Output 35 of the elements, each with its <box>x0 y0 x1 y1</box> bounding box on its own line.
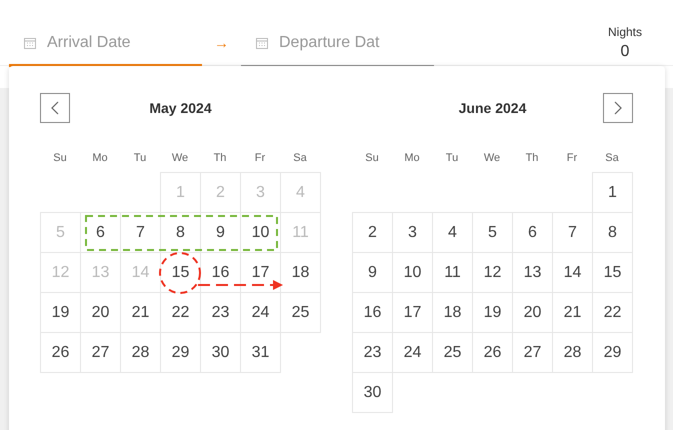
nights-value: 0 <box>620 43 630 61</box>
date-field[interactable]: Departure Dat <box>279 34 419 52</box>
weekday-label: We <box>482 152 502 164</box>
dashed-circle <box>159 252 201 294</box>
weekday-label: Th <box>524 152 540 164</box>
month-title: June 2024 <box>458 100 526 116</box>
weekday-label: Th <box>212 152 228 164</box>
weekday-label: Tu <box>132 152 148 164</box>
weekday-label: Mo <box>403 152 421 164</box>
weekday-label: Sa <box>604 152 620 164</box>
chevron-right-icon <box>614 101 622 115</box>
day-cell[interactable]: 1 <box>592 172 633 213</box>
day-cell[interactable]: 2 <box>352 212 393 253</box>
day-cell[interactable]: 26 <box>40 332 81 373</box>
calendar-icon <box>24 37 36 49</box>
day-cell[interactable]: 25 <box>280 292 321 333</box>
arrow-icon: → <box>202 21 241 65</box>
weekday-label: Mo <box>91 152 109 164</box>
day-cell[interactable]: 31 <box>240 332 281 373</box>
chevron-left-icon <box>51 101 59 115</box>
day-cell[interactable]: 30 <box>352 372 393 413</box>
weekday-label: We <box>170 152 190 164</box>
previous-month-button[interactable] <box>40 93 70 123</box>
next-month-button[interactable] <box>603 93 633 123</box>
weekday-label: Fr <box>254 152 266 164</box>
weekday-label: Tu <box>444 152 460 164</box>
date-field[interactable]: Arrival Date <box>47 34 187 52</box>
weekday-label: Su <box>52 152 68 164</box>
calendar-icon <box>256 37 268 49</box>
weekday-label: Sa <box>292 152 308 164</box>
weekday-label: Fr <box>566 152 578 164</box>
weekday-label: Su <box>364 152 380 164</box>
month-title: May 2024 <box>149 100 212 116</box>
nights-label: Nights <box>608 25 642 39</box>
day-cell[interactable]: 29 <box>592 332 633 373</box>
